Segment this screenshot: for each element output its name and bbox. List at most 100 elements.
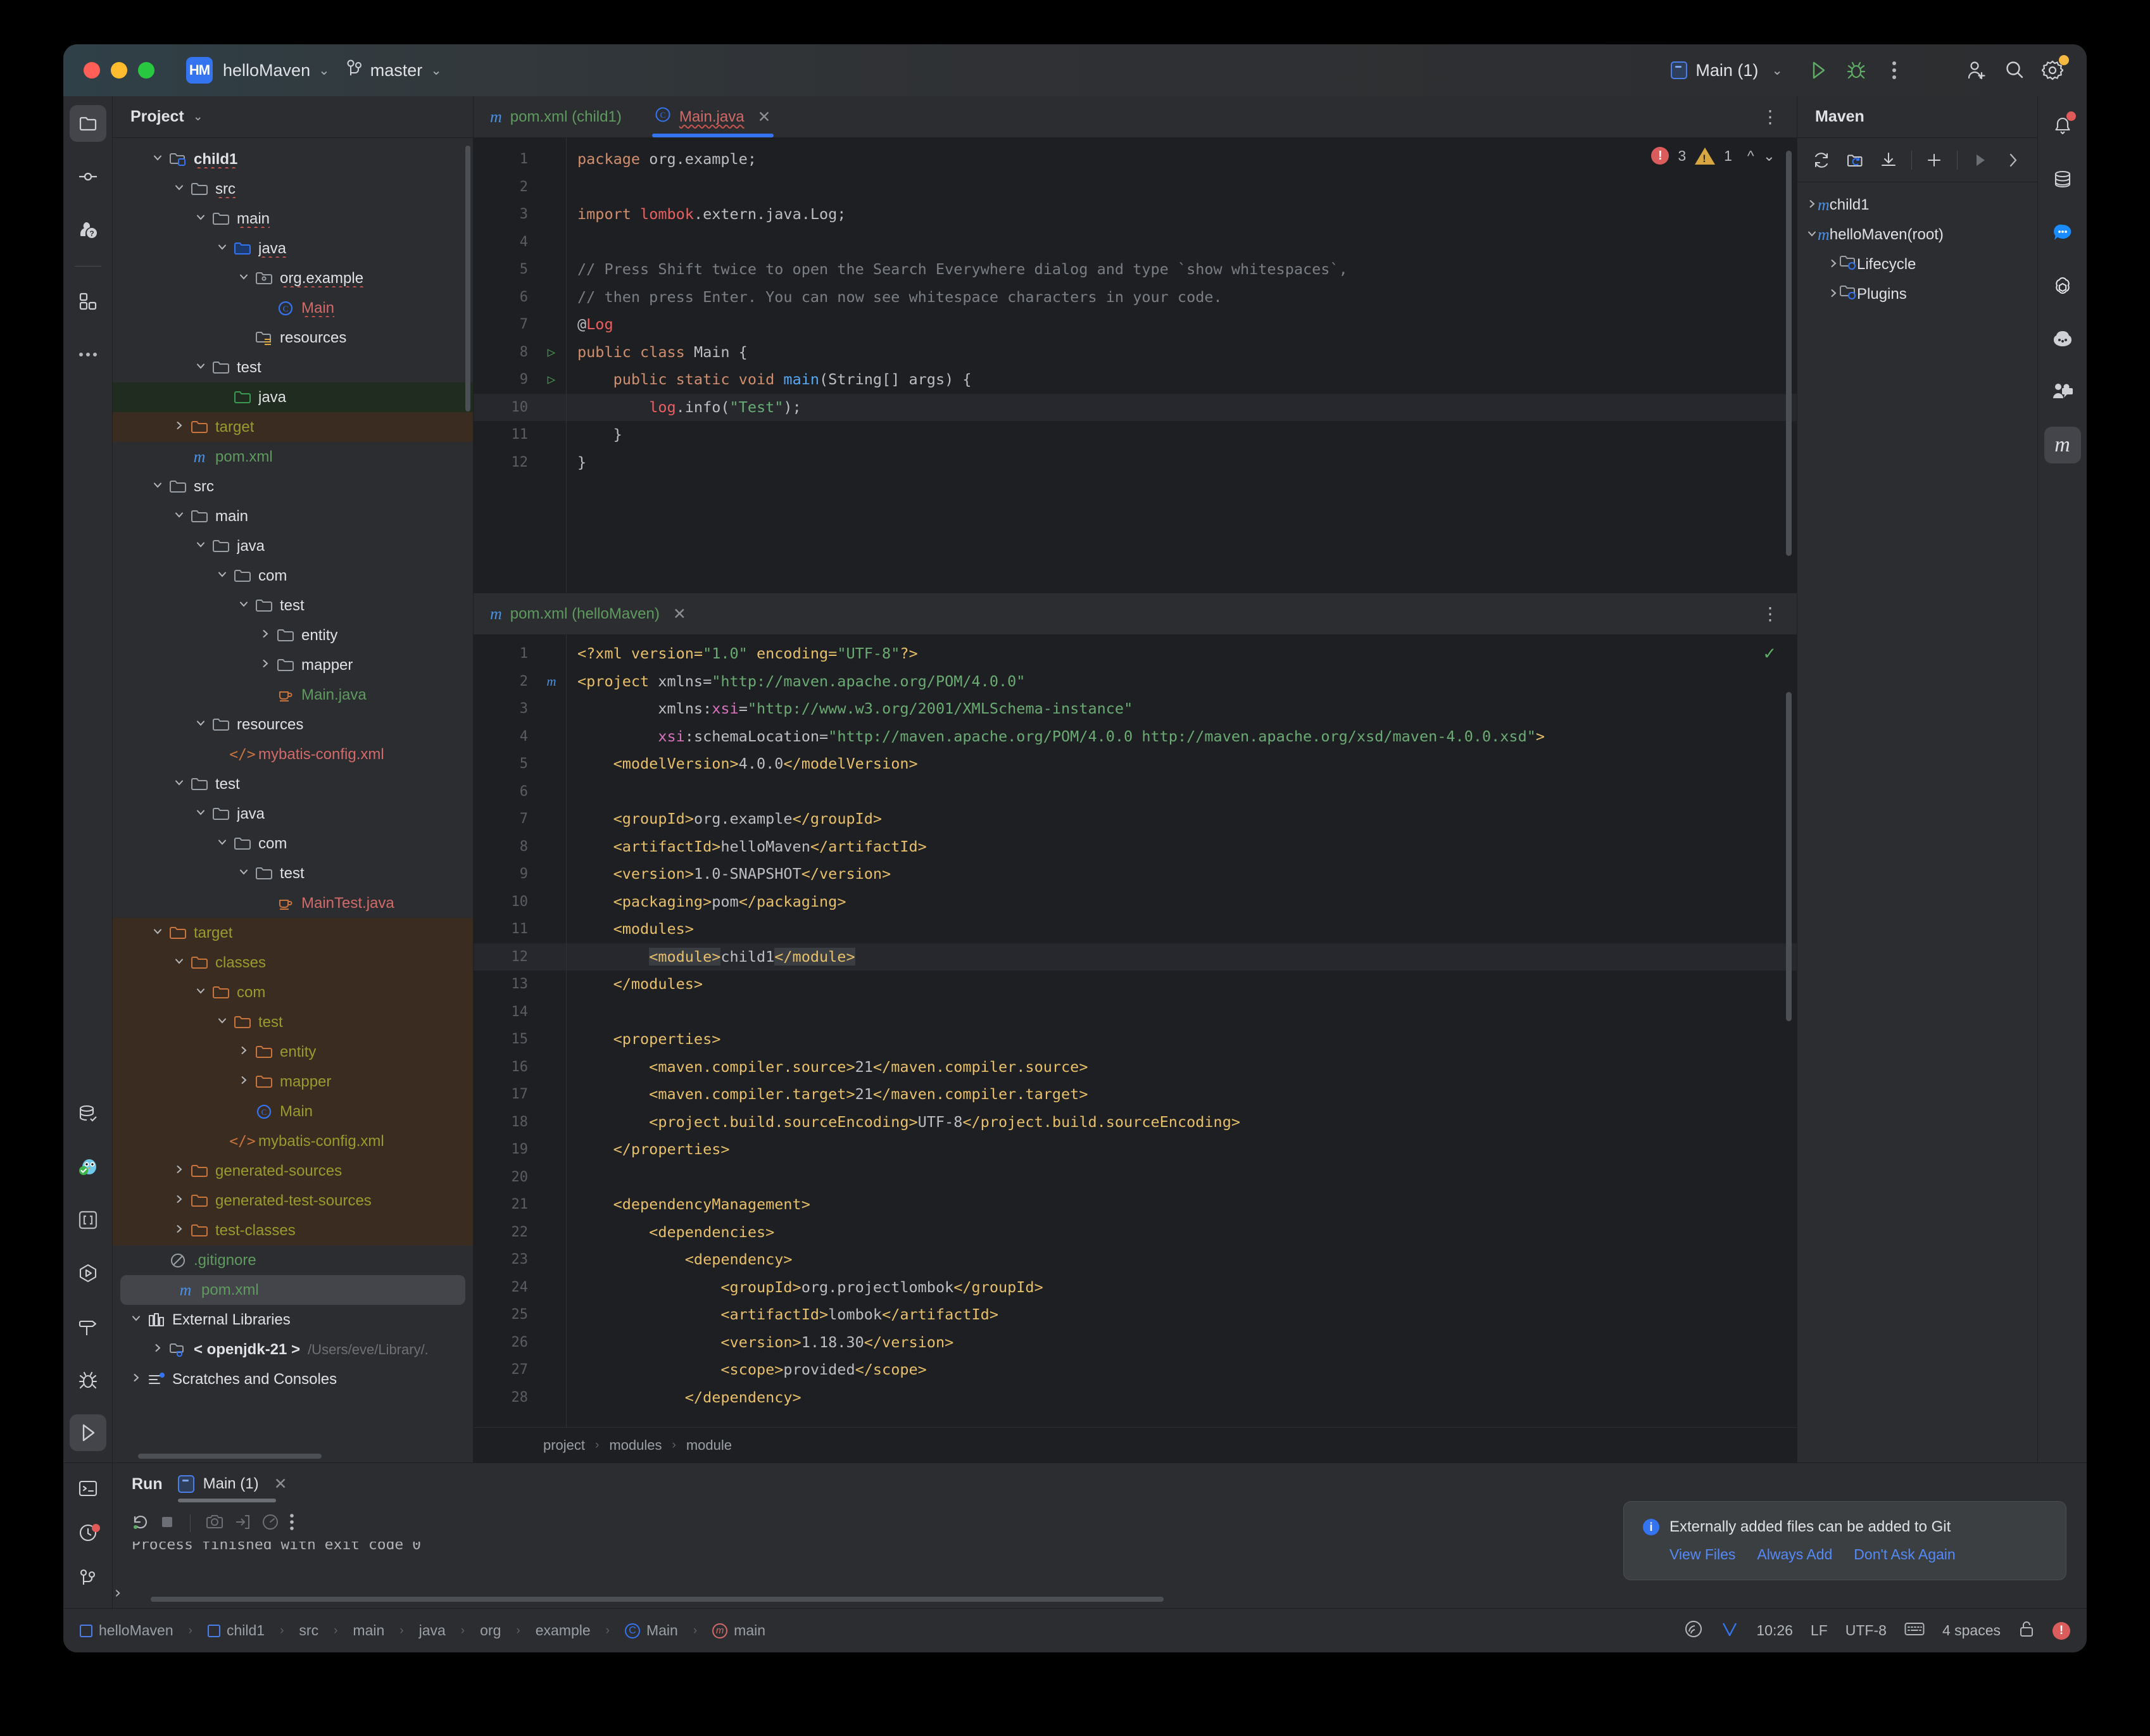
tree-node-main[interactable]: C Main <box>113 1097 473 1126</box>
inspection-ok-icon[interactable]: ✓ <box>1763 644 1776 664</box>
sidebar-item-structure[interactable] <box>70 283 106 320</box>
code-line[interactable]: 12 <module>child1</module> <box>474 943 1797 971</box>
tree-node-scratches-and-consoles[interactable]: Scratches and Consoles <box>113 1364 473 1394</box>
breadcrumb-item[interactable]: modules <box>609 1437 662 1454</box>
editor-options-icon[interactable]: ⋮ <box>1744 593 1797 634</box>
status-breadcrumb-item[interactable]: m main <box>712 1622 765 1639</box>
maven-node-child1[interactable]: m child1 <box>1797 190 2037 220</box>
code-line[interactable]: 17 <maven.compiler.target>21</maven.comp… <box>474 1081 1797 1109</box>
chevron-down-icon[interactable] <box>213 569 232 583</box>
chevron-down-icon[interactable] <box>148 152 167 167</box>
chevron-down-icon[interactable] <box>213 1015 232 1029</box>
breadcrumb-item[interactable]: project <box>543 1437 585 1454</box>
sidebar-item-git[interactable] <box>70 1564 106 1592</box>
chevron-down-icon[interactable] <box>234 271 253 286</box>
tree-node-test[interactable]: test <box>113 859 473 888</box>
breadcrumb-item[interactable]: module <box>686 1437 732 1454</box>
rerun-icon[interactable] <box>132 1513 149 1534</box>
status-breadcrumb-item[interactable]: helloMaven <box>80 1622 173 1639</box>
code-line[interactable]: 5 // Press Shift twice to open the Search… <box>474 256 1797 284</box>
sidebar-item-more[interactable] <box>70 336 106 373</box>
code-line[interactable]: 1 <?xml version="1.0" encoding="UTF-8"?> <box>474 640 1797 668</box>
sidebar-item-services[interactable] <box>70 1255 106 1292</box>
sidebar-item-ai-assistant[interactable]: ? <box>70 211 106 248</box>
chevron-down-icon[interactable] <box>213 241 232 256</box>
status-breadcrumb-item[interactable]: src <box>299 1622 318 1639</box>
code-line[interactable]: 4 <box>474 229 1797 256</box>
sidebar-item-notifications[interactable] <box>2044 108 2081 144</box>
tree-node-external-libraries[interactable]: External Libraries <box>113 1305 473 1335</box>
export-icon[interactable] <box>234 1514 251 1533</box>
search-icon[interactable] <box>1996 51 2034 89</box>
tab-pom-hellomaven[interactable]: m pom.xml (helloMaven) ✕ <box>474 593 703 634</box>
code-line[interactable]: 15 <properties> <box>474 1026 1797 1054</box>
chevron-down-icon[interactable]: ⌄ <box>193 110 203 124</box>
code-line[interactable]: 10 log.info("Test"); <box>474 393 1797 421</box>
code-line[interactable]: 8 ▷ public class Main { <box>474 339 1797 367</box>
lock-icon[interactable] <box>2018 1620 2035 1642</box>
sidebar-item-openai[interactable] <box>2044 267 2081 304</box>
sidebar-item-database[interactable] <box>70 1095 106 1132</box>
encoding-label[interactable]: UTF-8 <box>1845 1622 1887 1639</box>
status-breadcrumb-item[interactable]: java <box>419 1622 446 1639</box>
chevron-down-icon[interactable] <box>148 479 167 494</box>
tree-node-src[interactable]: src <box>113 174 473 204</box>
chevron-right-icon[interactable] <box>170 420 189 434</box>
chevron-right-icon[interactable] <box>1806 196 1818 214</box>
status-breadcrumb-item[interactable]: C Main <box>624 1622 678 1639</box>
run-configuration-selector[interactable]: Main (1) ⌄ <box>1671 61 1783 80</box>
code-line[interactable]: 11 } <box>474 421 1797 449</box>
code-line[interactable]: 21 <dependencyManagement> <box>474 1191 1797 1219</box>
editor-options-icon[interactable]: ⋮ <box>1744 96 1797 137</box>
project-tree-hscrollbar[interactable] <box>138 1454 322 1459</box>
sidebar-item-terminal[interactable] <box>70 1475 106 1502</box>
run-goal-icon[interactable] <box>1965 144 1995 177</box>
chevron-down-icon[interactable] <box>170 955 189 970</box>
close-window-button[interactable] <box>84 62 100 79</box>
chevron-right-icon[interactable] <box>170 1164 189 1178</box>
tree-node-resources[interactable]: resources <box>113 710 473 739</box>
code-line[interactable]: 9 <version>1.0-SNAPSHOT</version> <box>474 860 1797 888</box>
tree-node-mapper[interactable]: mapper <box>113 650 473 680</box>
always-add-link[interactable]: Always Add <box>1757 1546 1832 1563</box>
console-prompt-icon[interactable]: › <box>113 1583 123 1602</box>
tree-node-pom-xml[interactable]: m pom.xml <box>120 1275 465 1305</box>
reload-project-icon[interactable] <box>1840 144 1870 177</box>
tree-node-resources[interactable]: resources <box>113 323 473 353</box>
sidebar-item-maven[interactable]: m <box>2044 427 2081 463</box>
chevron-right-icon[interactable] <box>170 1223 189 1238</box>
prev-problem-icon[interactable]: ^ <box>1747 148 1754 165</box>
close-icon[interactable]: ✕ <box>673 605 686 624</box>
line-separator-label[interactable]: LF <box>1811 1622 1828 1639</box>
chevron-down-icon[interactable] <box>170 777 189 791</box>
chevron-down-icon[interactable] <box>191 539 210 553</box>
download-sources-icon[interactable] <box>1873 144 1903 177</box>
tree-node-gitignore[interactable]: .gitignore <box>113 1245 473 1275</box>
tree-node-main[interactable]: main <box>113 501 473 531</box>
code-line[interactable]: 24 <groupId>org.projectlombok</groupId> <box>474 1274 1797 1302</box>
next-problem-icon[interactable]: ⌄ <box>1763 148 1775 165</box>
pom-xml-editor[interactable]: 1 <?xml version="1.0" encoding="UTF-8"?> 2… <box>474 635 1797 1427</box>
maven-project-tree[interactable]: m child1 m helloMaven (root) Lifecycle Plugins <box>1797 182 2037 309</box>
branch-chevron-down-icon[interactable]: ⌄ <box>431 63 442 79</box>
sidebar-item-build[interactable] <box>70 1308 106 1345</box>
chevron-down-icon[interactable] <box>191 360 210 375</box>
tree-node-test[interactable]: test <box>113 1007 473 1037</box>
chevron-down-icon[interactable] <box>1806 226 1818 244</box>
chevron-right-icon[interactable] <box>234 1074 253 1089</box>
code-line[interactable]: 26 <version>1.18.30</version> <box>474 1329 1797 1357</box>
close-icon[interactable]: ✕ <box>758 108 771 127</box>
more-options-icon[interactable] <box>1875 51 1913 89</box>
tree-node-test[interactable]: test <box>113 591 473 620</box>
status-breadcrumb-item[interactable]: org <box>480 1622 501 1639</box>
chevron-down-icon[interactable] <box>234 598 253 613</box>
chevron-down-icon[interactable] <box>234 866 253 881</box>
chevron-right-icon[interactable] <box>256 658 275 672</box>
chevron-right-icon[interactable] <box>1828 256 1839 274</box>
chevron-down-icon[interactable]: ⌄ <box>318 63 330 79</box>
code-line[interactable]: 20 <box>474 1164 1797 1192</box>
chevron-right-icon[interactable] <box>127 1372 146 1387</box>
expand-icon[interactable] <box>1999 144 2028 177</box>
tree-node-test[interactable]: test <box>113 769 473 799</box>
code-line[interactable]: 6 // then press Enter. You can now see wh… <box>474 284 1797 311</box>
